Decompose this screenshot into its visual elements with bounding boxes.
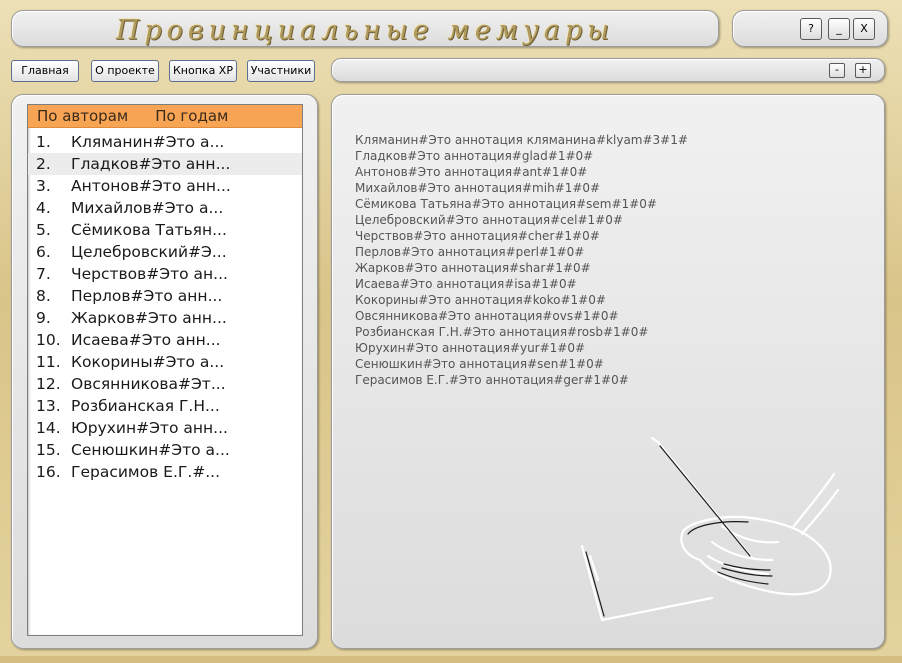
minimize-button[interactable]: _ (828, 18, 850, 40)
annotation-line: Перлов#Это аннотация#perl#1#0# (355, 245, 585, 259)
zoom-in-button[interactable]: + (855, 63, 871, 78)
list-item-number: 1. (36, 133, 51, 151)
list-item-number: 13. (36, 397, 61, 415)
list-item-number: 12. (36, 375, 61, 393)
list-item-label: Овсянникова#Эт... (71, 375, 226, 393)
list-item-label: Кляманин#Это а... (71, 133, 225, 151)
participants-button[interactable]: Участники (247, 60, 315, 82)
list-tabs: По авторам По годам (28, 105, 302, 128)
list-item-label: Черствов#Это ан... (71, 265, 228, 283)
tab-by-authors[interactable]: По авторам (28, 105, 128, 127)
close-button[interactable]: X (853, 18, 875, 40)
list-item-number: 10. (36, 331, 61, 349)
help-button[interactable]: ? (800, 18, 822, 40)
list-item-label: Исаева#Это анн... (71, 331, 221, 349)
annotation-line: Черствов#Это аннотация#cher#1#0# (355, 229, 600, 243)
annotation-line: Герасимов Е.Г.#Это аннотация#ger#1#0# (355, 373, 629, 387)
annotation-line: Сёмикова Татьяна#Это аннотация#sem#1#0# (355, 197, 657, 211)
list-item-label: Антонов#Это анн... (71, 177, 231, 195)
annotation-line: Сенюшкин#Это аннотация#sen#1#0# (355, 357, 604, 371)
list-item[interactable]: 16. Герасимов Е.Г.#... (28, 461, 302, 483)
list-item-label: Сёмикова Татьян... (71, 221, 227, 239)
list-item[interactable]: 15. Сенюшкин#Это а... (28, 439, 302, 461)
list-item-label: Герасимов Е.Г.#... (71, 463, 221, 481)
annotation-line: Овсянникова#Это аннотация#ovs#1#0# (355, 309, 619, 323)
list-item[interactable]: 11. Кокорины#Это а... (28, 351, 302, 373)
list-item-number: 15. (36, 441, 61, 459)
writing-hand-sketch-icon (580, 436, 840, 622)
list-item[interactable]: 14. Юрухин#Это анн... (28, 417, 302, 439)
list-item[interactable]: 1. Кляманин#Это а... (28, 131, 302, 153)
annotation-line: Антонов#Это аннотация#ant#1#0# (355, 165, 588, 179)
list-item-number: 8. (36, 287, 51, 305)
list-item-label: Юрухин#Это анн... (71, 419, 228, 437)
annotation-line: Юрухин#Это аннотация#yur#1#0# (355, 341, 586, 355)
title-bar: Провинциальные мемуары (11, 10, 719, 47)
list-item[interactable]: 12. Овсянникова#Эт... (28, 373, 302, 395)
annotation-line: Михайлов#Это аннотация#mih#1#0# (355, 181, 601, 195)
list-item[interactable]: 5. Сёмикова Татьян... (28, 219, 302, 241)
list-item-label: Кокорины#Это а... (71, 353, 225, 371)
list-item[interactable]: 6. Целебровский#Э... (28, 241, 302, 263)
list-item-selected[interactable]: 2. Гладков#Это анн... (28, 153, 302, 175)
author-list-box: По авторам По годам 1. Кляманин#Это а... … (27, 104, 303, 636)
list-item-number: 9. (36, 309, 51, 327)
list-item-number: 14. (36, 419, 61, 437)
list-item-number: 7. (36, 265, 51, 283)
annotation-line: Жарков#Это аннотация#shar#1#0# (355, 261, 591, 275)
app-title: Провинциальные мемуары (115, 15, 615, 46)
list-item[interactable]: 3. Антонов#Это анн... (28, 175, 302, 197)
home-button[interactable]: Главная (11, 60, 79, 82)
bottom-border (0, 656, 902, 663)
xp-button[interactable]: Кнопка XP (169, 60, 237, 82)
zoom-out-button[interactable]: - (829, 63, 845, 78)
annotation-line: Розбианская Г.Н.#Это аннотация#rosb#1#0# (355, 325, 649, 339)
list-item-number: 6. (36, 243, 51, 261)
list-item-label: Перлов#Это анн... (71, 287, 223, 305)
list-item[interactable]: 8. Перлов#Это анн... (28, 285, 302, 307)
list-item-number: 16. (36, 463, 61, 481)
list-item-label: Жарков#Это анн... (71, 309, 227, 327)
annotation-line: Кокорины#Это аннотация#koko#1#0# (355, 293, 606, 307)
list-item-label: Сенюшкин#Это а... (71, 441, 230, 459)
annotation-line: Гладков#Это аннотация#glad#1#0# (355, 149, 594, 163)
list-item[interactable]: 9. Жарков#Это анн... (28, 307, 302, 329)
list-item-number: 4. (36, 199, 51, 217)
list-item-number: 3. (36, 177, 51, 195)
left-panel: По авторам По годам 1. Кляманин#Это а... … (11, 94, 318, 649)
list-item-label: Михайлов#Это а... (71, 199, 224, 217)
list-item[interactable]: 7. Черствов#Это ан... (28, 263, 302, 285)
list-item-number: 5. (36, 221, 51, 239)
annotation-line: Кляманин#Это аннотация кляманина#klyam#3… (355, 133, 688, 147)
list-item[interactable]: 4. Михайлов#Это а... (28, 197, 302, 219)
zoom-strip: - + (331, 58, 885, 82)
list-item-number: 11. (36, 353, 61, 371)
list-item-label: Целебровский#Э... (71, 243, 227, 261)
tab-by-years[interactable]: По годам (128, 105, 228, 127)
right-panel: Кляманин#Это аннотация кляманина#klyam#3… (331, 94, 885, 649)
about-button[interactable]: О проекте (91, 60, 159, 82)
list-item[interactable]: 13. Розбианская Г.Н... (28, 395, 302, 417)
annotation-text: Кляманин#Это аннотация кляманина#klyam#3… (355, 132, 875, 388)
list-item-number: 2. (36, 155, 51, 173)
author-list: 1. Кляманин#Это а... 2. Гладков#Это анн...… (28, 131, 302, 483)
list-item-label: Гладков#Это анн... (71, 155, 231, 173)
list-item-label: Розбианская Г.Н... (71, 397, 220, 415)
annotation-line: Исаева#Это аннотация#isa#1#0# (355, 277, 577, 291)
window-controls: ? _ X (732, 10, 888, 47)
annotation-line: Целебровский#Это аннотация#cel#1#0# (355, 213, 623, 227)
list-item[interactable]: 10. Исаева#Это анн... (28, 329, 302, 351)
